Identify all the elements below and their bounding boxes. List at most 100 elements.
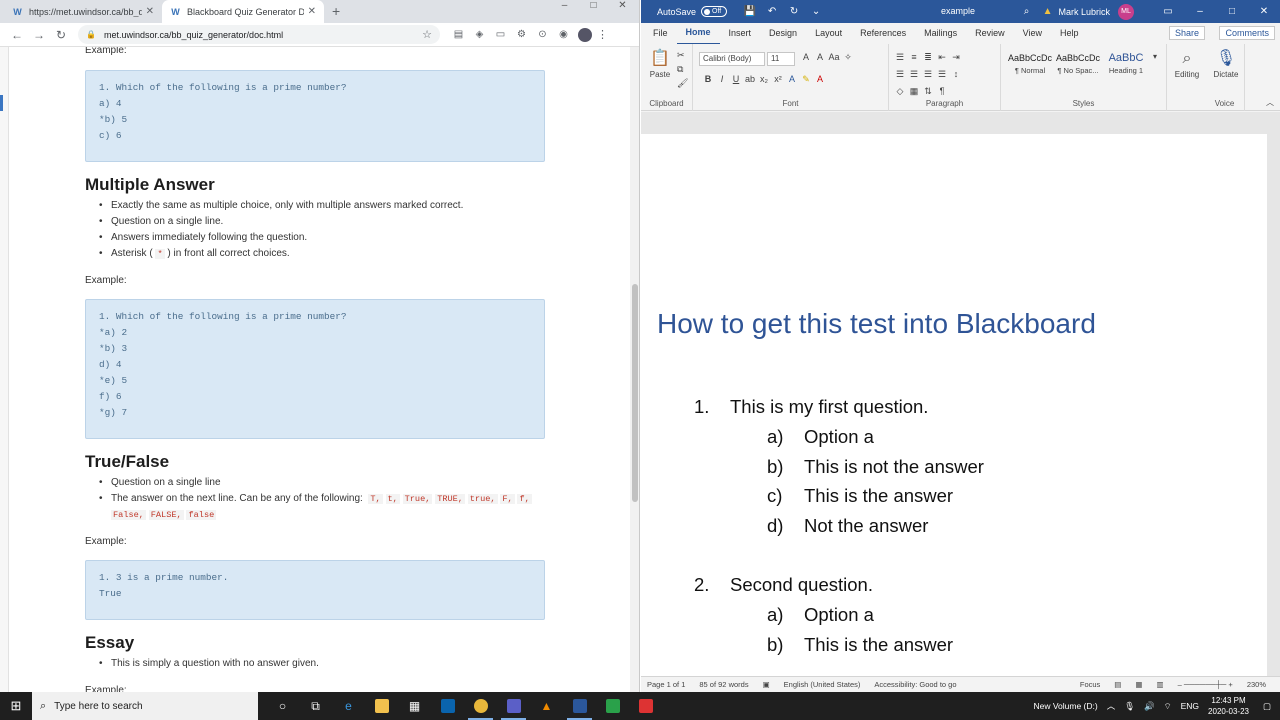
grow-font-icon[interactable]: A bbox=[799, 52, 813, 63]
align-left-icon[interactable]: ☰ bbox=[893, 69, 907, 80]
proofing-icon[interactable]: ▣ bbox=[763, 680, 770, 689]
save-icon[interactable]: 💾 bbox=[739, 6, 761, 17]
show-marks-icon[interactable]: ¶ bbox=[935, 86, 949, 97]
numbering-icon[interactable]: ≡ bbox=[907, 52, 921, 63]
browser-tab-1[interactable]: W https://met.uwindsor.ca/bb_quiz ✕ bbox=[4, 0, 162, 23]
windows-start-icon[interactable]: ⊞ bbox=[0, 698, 32, 714]
text-effects-icon[interactable]: A bbox=[785, 74, 799, 85]
cut-icon[interactable]: ✂ bbox=[677, 50, 685, 61]
file-explorer-icon[interactable] bbox=[365, 692, 398, 720]
minimize-icon[interactable]: – bbox=[1184, 6, 1216, 17]
forward-icon[interactable]: → bbox=[28, 28, 50, 42]
shrink-font-icon[interactable]: A bbox=[813, 52, 827, 63]
clear-format-icon[interactable]: ✧ bbox=[841, 52, 855, 63]
style-heading-1[interactable]: AaBbC Heading 1 bbox=[1103, 50, 1149, 82]
decrease-indent-icon[interactable]: ⇤ bbox=[935, 52, 949, 63]
close-tab-icon[interactable]: ✕ bbox=[146, 6, 154, 17]
browser-tab-2[interactable]: W Blackboard Quiz Generator Doc ✕ bbox=[162, 0, 324, 23]
redo-icon[interactable]: ↻ bbox=[783, 6, 805, 17]
web-layout-icon[interactable]: ▥ bbox=[1156, 680, 1163, 689]
read-mode-icon[interactable]: ▤ bbox=[1114, 680, 1121, 689]
word-count[interactable]: 85 of 92 words bbox=[699, 680, 748, 689]
back-icon[interactable]: ← bbox=[6, 28, 28, 42]
tab-design[interactable]: Design bbox=[760, 23, 806, 44]
microphone-icon[interactable]: 🎙 bbox=[1124, 701, 1135, 712]
share-button[interactable]: Share bbox=[1168, 26, 1205, 40]
format-painter-icon[interactable]: 🖌 bbox=[677, 78, 688, 89]
bookmark-star-icon[interactable]: ☆ bbox=[422, 28, 432, 41]
bullets-icon[interactable]: ☰ bbox=[893, 52, 907, 63]
extension-icon[interactable]: ◈ bbox=[469, 29, 490, 40]
justify-icon[interactable]: ☰ bbox=[935, 69, 949, 80]
profile-avatar[interactable] bbox=[578, 27, 592, 42]
new-tab-button[interactable]: + bbox=[332, 3, 340, 19]
comments-button[interactable]: Comments bbox=[1219, 26, 1275, 40]
style-normal[interactable]: AaBbCcDc ¶ Normal bbox=[1007, 50, 1053, 82]
zoom-level[interactable]: 230% bbox=[1247, 680, 1266, 689]
chevron-up-icon[interactable]: ︿ bbox=[1107, 700, 1116, 712]
drive-label[interactable]: New Volume (D:) bbox=[1033, 701, 1097, 711]
ribbon-display-icon[interactable]: ▭ bbox=[1152, 6, 1184, 17]
copy-icon[interactable]: ⧉ bbox=[677, 64, 683, 75]
extension-icon[interactable]: ◉ bbox=[553, 29, 574, 40]
bold-icon[interactable]: B bbox=[701, 74, 715, 85]
borders-icon[interactable]: ▦ bbox=[907, 86, 921, 97]
user-avatar[interactable]: ML bbox=[1118, 3, 1134, 20]
editing-button[interactable]: ⌕ Editing bbox=[1171, 48, 1203, 79]
tab-view[interactable]: View bbox=[1014, 23, 1051, 44]
line-spacing-icon[interactable]: ↕ bbox=[949, 69, 963, 80]
dictate-button[interactable]: 🎙 Dictate bbox=[1207, 48, 1245, 79]
print-layout-icon[interactable]: ▦ bbox=[1135, 680, 1142, 689]
address-bar[interactable]: 🔒 met.uwindsor.ca/bb_quiz_generator/doc.… bbox=[78, 25, 440, 44]
teams-icon[interactable] bbox=[497, 692, 530, 720]
font-size-select[interactable]: 11 bbox=[767, 52, 795, 66]
language-indicator[interactable]: ENG bbox=[1181, 701, 1199, 711]
wifi-icon[interactable]: ⌔ bbox=[1164, 701, 1172, 712]
maximize-icon[interactable]: □ bbox=[579, 0, 608, 23]
collapse-ribbon-icon[interactable]: ︿ bbox=[1266, 97, 1274, 108]
autosave-toggle[interactable]: Off bbox=[701, 6, 728, 17]
extension-icon[interactable]: ▤ bbox=[448, 29, 469, 40]
close-tab-icon[interactable]: ✕ bbox=[308, 6, 316, 17]
increase-indent-icon[interactable]: ⇥ bbox=[949, 52, 963, 63]
multilevel-icon[interactable]: ≣ bbox=[921, 52, 935, 63]
superscript-icon[interactable]: x² bbox=[771, 74, 785, 85]
cortana-icon[interactable]: ○ bbox=[266, 692, 299, 720]
document-page[interactable]: How to get this test into Blackboard 1. … bbox=[641, 134, 1267, 676]
language-status[interactable]: English (United States) bbox=[784, 680, 861, 689]
close-icon[interactable]: ✕ bbox=[608, 0, 637, 23]
autosave-control[interactable]: AutoSave Off bbox=[657, 6, 728, 17]
app-icon[interactable] bbox=[629, 692, 662, 720]
notifications-icon[interactable]: ▢ bbox=[1263, 701, 1271, 712]
styles-more-icon[interactable]: ▾ bbox=[1153, 52, 1157, 61]
camtasia-icon[interactable] bbox=[596, 692, 629, 720]
minimize-icon[interactable]: – bbox=[550, 0, 579, 23]
tab-references[interactable]: References bbox=[851, 23, 915, 44]
outlook-icon[interactable] bbox=[431, 692, 464, 720]
chrome-icon[interactable] bbox=[464, 692, 497, 720]
warning-icon[interactable]: ▲ bbox=[1043, 6, 1053, 17]
edge-icon[interactable]: e bbox=[332, 692, 365, 720]
tab-help[interactable]: Help bbox=[1051, 23, 1088, 44]
clock[interactable]: 12:43 PM 2020-03-23 bbox=[1208, 695, 1249, 717]
align-right-icon[interactable]: ☰ bbox=[921, 69, 935, 80]
strikethrough-icon[interactable]: ab bbox=[743, 74, 757, 85]
style-no-spacing[interactable]: AaBbCcDc ¶ No Spac... bbox=[1055, 50, 1101, 82]
sort-icon[interactable]: ⇅ bbox=[921, 86, 935, 97]
change-case-icon[interactable]: Aa bbox=[827, 52, 841, 63]
volume-icon[interactable]: 🔊 bbox=[1144, 701, 1155, 712]
underline-icon[interactable]: U bbox=[729, 74, 743, 85]
tab-home[interactable]: Home bbox=[676, 22, 720, 45]
document-scrollbar[interactable] bbox=[1267, 112, 1280, 676]
page-count[interactable]: Page 1 of 1 bbox=[647, 680, 685, 689]
scrollbar-thumb[interactable] bbox=[632, 284, 638, 502]
align-center-icon[interactable]: ☰ bbox=[907, 69, 921, 80]
focus-button[interactable]: Focus bbox=[1080, 680, 1100, 689]
maximize-icon[interactable]: □ bbox=[1216, 6, 1248, 17]
menu-icon[interactable]: ⋮ bbox=[597, 28, 608, 41]
highlight-icon[interactable]: ✎ bbox=[799, 74, 813, 85]
subscript-icon[interactable]: x₂ bbox=[757, 74, 771, 85]
vlc-icon[interactable]: ▲ bbox=[530, 692, 563, 720]
font-color-icon[interactable]: A bbox=[813, 74, 827, 85]
paste-button[interactable]: 📋 Paste bbox=[647, 48, 673, 79]
